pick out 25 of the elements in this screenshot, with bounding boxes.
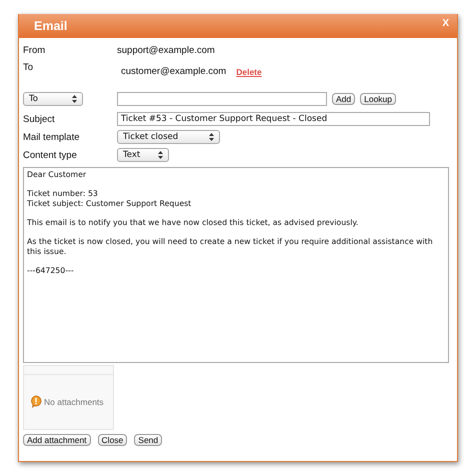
dialog-button[interactable]: Send <box>134 434 162 446</box>
delete-link[interactable]: Delete <box>236 66 262 76</box>
window-title: Email <box>34 19 68 33</box>
field-label: Content type <box>23 150 78 160</box>
content-type-select[interactable]: Text <box>117 148 169 162</box>
info-icon <box>30 395 42 408</box>
recipient-input[interactable] <box>117 92 327 106</box>
add-field-button[interactable]: Lookup <box>360 93 396 105</box>
field-label: To <box>23 62 34 73</box>
stepper-icon <box>158 151 163 159</box>
dialog-button[interactable]: Add attachment <box>23 434 91 446</box>
sender-address: support@example.com <box>117 44 215 56</box>
subject-input[interactable]: Ticket #53 - Customer Support Request - Closed <box>117 112 430 126</box>
recipient-type-select[interactable]: To <box>23 92 83 106</box>
add-field-button[interactable]: Add <box>332 93 356 105</box>
message-body-field[interactable] <box>23 167 449 363</box>
recipient-address: customer@example.com <box>121 66 226 77</box>
field-label: Mail template <box>23 132 80 142</box>
stepper-icon <box>72 95 77 103</box>
stepper-icon <box>209 133 214 141</box>
field-label: Subject <box>23 114 56 124</box>
no-attachments-text: No attachments <box>44 396 104 406</box>
field-label: From <box>23 44 46 56</box>
template-select[interactable]: Ticket closed <box>117 130 220 144</box>
dialog-button[interactable]: Close <box>98 434 128 446</box>
